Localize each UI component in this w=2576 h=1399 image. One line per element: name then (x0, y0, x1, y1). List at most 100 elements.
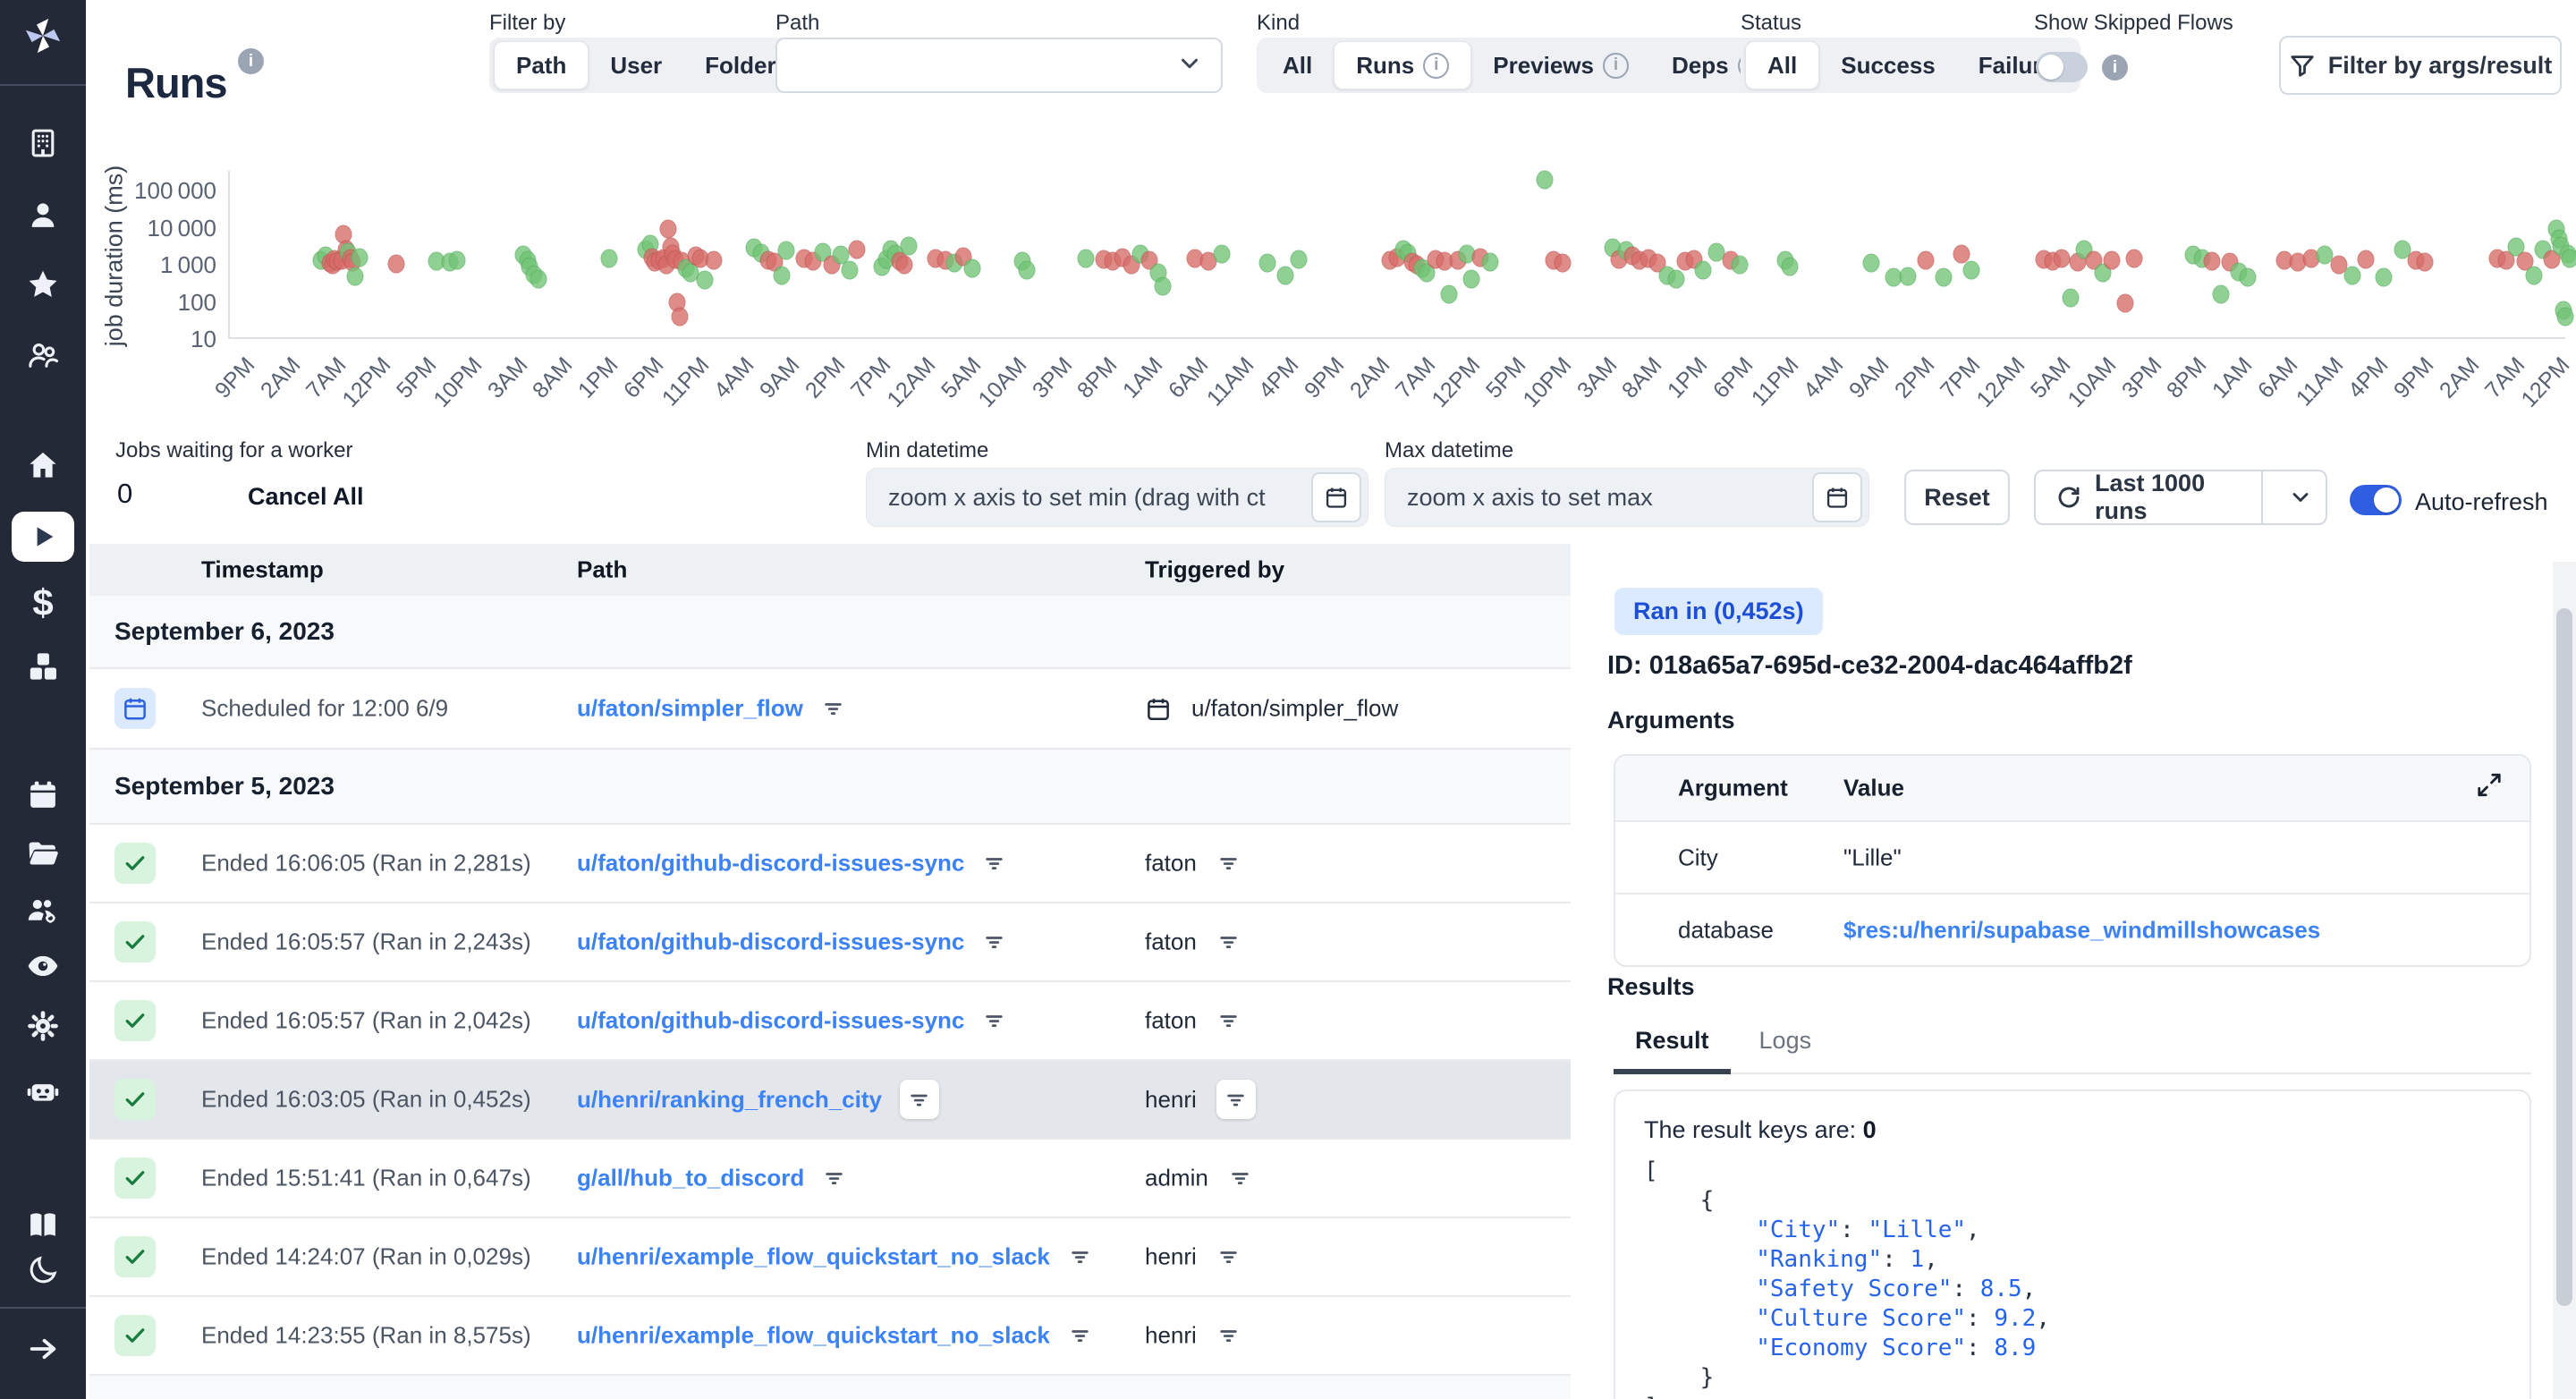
user-icon[interactable] (27, 199, 60, 232)
run-point-success (1781, 257, 1798, 276)
filter-by-user-icon[interactable] (1228, 1166, 1252, 1191)
tab-logs[interactable]: Logs (1738, 1027, 1834, 1073)
kind-all[interactable]: All (1261, 42, 1334, 89)
path-select[interactable] (775, 38, 1223, 93)
sidebar-item-runs[interactable] (12, 512, 74, 562)
table-row[interactable]: Ended 16:06:05 (Ran in 2,281s)u/faton/gi… (89, 825, 1571, 903)
kind-segmented: AllRunsiPreviewsiDepsi (1257, 38, 1790, 93)
run-point-success (1899, 267, 1916, 285)
page-title: Runs (125, 58, 227, 107)
status-success[interactable]: Success (1819, 42, 1957, 89)
expand-icon[interactable] (2476, 772, 2503, 805)
star-icon[interactable] (27, 268, 60, 301)
cancel-all-button[interactable]: Cancel All (248, 483, 364, 511)
status-all[interactable]: All (1745, 41, 1819, 89)
success-check-icon (114, 1315, 156, 1356)
gear-icon[interactable] (27, 1010, 60, 1043)
filter-by-user-icon[interactable] (1216, 1080, 1256, 1119)
scrollbar-thumb[interactable] (2556, 608, 2572, 1306)
show-skipped-toggle[interactable] (2036, 52, 2088, 82)
jobs-waiting-label: Jobs waiting for a worker (115, 438, 352, 463)
chevron-down-icon[interactable] (2275, 485, 2326, 510)
table-row[interactable]: Ended 16:05:57 (Ran in 2,243s)u/faton/gi… (89, 903, 1571, 982)
calendar-icon[interactable] (27, 779, 60, 812)
run-path-link[interactable]: u/henri/ranking_french_city (577, 1086, 882, 1114)
max-datetime-calendar-button[interactable] (1812, 472, 1862, 522)
filter-by-path-icon[interactable] (982, 852, 1006, 876)
folder-icon[interactable] (27, 837, 60, 870)
col-argument: Argument (1678, 775, 1788, 802)
last-runs-button[interactable]: Last 1000 runs (2034, 470, 2327, 525)
user-group-gear-icon[interactable] (27, 895, 60, 928)
filter-by-path-icon[interactable] (982, 930, 1006, 954)
filter-by-user-icon[interactable] (1216, 852, 1241, 876)
arrow-right-icon[interactable] (27, 1333, 60, 1366)
run-point-success (2063, 288, 2080, 307)
windmill-logo[interactable] (21, 15, 64, 56)
max-datetime-field (1385, 468, 1869, 527)
run-path-link[interactable]: u/henri/example_flow_quickstart_no_slack (577, 1243, 1050, 1271)
tab-result[interactable]: Result (1614, 1027, 1731, 1074)
table-row[interactable]: Ended 15:51:41 (Ran in 0,647s)g/all/hub_… (89, 1140, 1571, 1218)
book-icon[interactable] (27, 1209, 60, 1242)
run-path-link[interactable]: u/faton/github-discord-issues-sync (577, 928, 964, 956)
filter-by-path-icon[interactable] (1068, 1324, 1092, 1348)
filter-by-path-icon[interactable] (822, 1166, 846, 1191)
cubes-icon[interactable] (27, 650, 60, 683)
kind-previews[interactable]: Previewsi (1471, 42, 1650, 89)
result-box: The result keys are: 0 [ { "City": "Lill… (1614, 1090, 2531, 1399)
table-row[interactable]: Scheduled for 12:00 6/9u/faton/simpler_f… (89, 669, 1571, 750)
min-datetime-calendar-button[interactable] (1311, 472, 1361, 522)
run-path-link[interactable]: u/henri/example_flow_quickstart_no_slack (577, 1322, 1050, 1350)
status-label: Status (1741, 11, 1801, 36)
filter-args-button[interactable]: Filter by args/result (2279, 36, 2562, 95)
info-icon[interactable]: i (238, 48, 264, 74)
x-tick: 4PM (1254, 352, 1304, 403)
home-icon[interactable] (27, 449, 60, 482)
user-group-icon[interactable] (27, 339, 60, 372)
filter-by-user-icon[interactable] (1216, 1245, 1241, 1269)
run-path-link[interactable]: u/faton/github-discord-issues-sync (577, 850, 964, 878)
run-path-link[interactable]: u/faton/simpler_flow (577, 695, 803, 723)
run-path-link[interactable]: u/faton/github-discord-issues-sync (577, 1007, 964, 1035)
arguments-title: Arguments (1607, 707, 1735, 734)
moon-icon[interactable] (27, 1254, 60, 1287)
triggered-by: henri (1145, 1322, 1197, 1350)
run-path-link[interactable]: g/all/hub_to_discord (577, 1165, 804, 1192)
filter-by-user-icon[interactable] (1216, 1324, 1241, 1348)
building-icon[interactable] (27, 127, 60, 160)
table-row[interactable]: Ended 14:24:07 (Ran in 0,029s)u/henri/ex… (89, 1218, 1571, 1297)
info-icon: i (1423, 53, 1449, 79)
min-datetime-input[interactable] (867, 484, 1311, 512)
table-row-partial (89, 1376, 1571, 1399)
kind-runs[interactable]: Runsi (1334, 41, 1471, 89)
run-point-success (1962, 261, 1979, 280)
run-point-failure (2203, 251, 2220, 270)
filter-args-label: Filter by args/result (2328, 52, 2553, 80)
filter-by-path[interactable]: Path (494, 41, 589, 89)
y-tick: 10 000 (109, 215, 216, 242)
filter-by-path-icon[interactable] (821, 697, 845, 721)
argument-value-link[interactable]: $res:u/henri/supabase_windmillshowcases (1843, 916, 2320, 944)
dollar-icon[interactable]: $ (32, 584, 53, 622)
filter-by-user-icon[interactable] (1216, 930, 1241, 954)
x-tick: 3AM (482, 352, 532, 403)
filter-by-path-icon[interactable] (900, 1080, 939, 1119)
run-id: ID: 018a65a7-695d-ce32-2004-dac464affb2f (1607, 651, 2132, 681)
table-row[interactable]: Ended 16:03:05 (Ran in 0,452s)u/henri/ra… (89, 1061, 1571, 1140)
filter-by-path-icon[interactable] (982, 1009, 1006, 1033)
run-point-success (901, 237, 918, 256)
info-icon[interactable]: i (2102, 55, 2128, 81)
run-point-failure (2117, 294, 2134, 313)
reset-button[interactable]: Reset (1904, 470, 2010, 525)
table-row[interactable]: Ended 16:05:57 (Ran in 2,042s)u/faton/gi… (89, 982, 1571, 1061)
x-tick: 8PM (1072, 352, 1123, 403)
auto-refresh-toggle[interactable] (2350, 485, 2402, 515)
robot-icon[interactable] (27, 1074, 60, 1107)
filter-by-user[interactable]: User (589, 42, 683, 89)
table-row[interactable]: Ended 14:23:55 (Ran in 8,575s)u/henri/ex… (89, 1297, 1571, 1376)
filter-by-path-icon[interactable] (1068, 1245, 1092, 1269)
max-datetime-input[interactable] (1385, 484, 1812, 512)
filter-by-user-icon[interactable] (1216, 1009, 1241, 1033)
eye-icon[interactable] (27, 950, 60, 983)
